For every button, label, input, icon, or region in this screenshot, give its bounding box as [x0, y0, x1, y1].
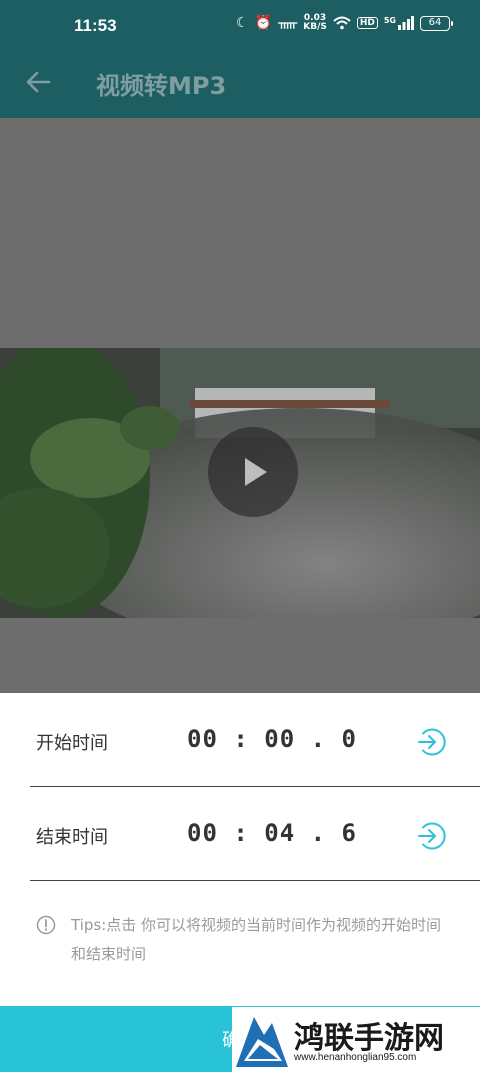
battery-indicator: 64: [420, 15, 453, 31]
end-time-label: 结束时间: [36, 827, 108, 848]
alarm-icon: ⏰: [254, 15, 273, 31]
network-type: 5G: [383, 15, 396, 25]
end-time-row: 结束时间 00 : 04 . 6: [30, 787, 480, 881]
bluetooth-icon: ᚅ: [278, 15, 298, 31]
play-icon: [245, 458, 267, 486]
back-button[interactable]: [20, 64, 56, 100]
video-player[interactable]: [0, 118, 480, 693]
arrow-left-icon: [26, 71, 51, 93]
status-time: 11:53: [74, 16, 117, 35]
start-time-row: 开始时间 00 : 00 . 0: [30, 693, 480, 787]
end-time-value[interactable]: 00 : 04 . 6: [187, 819, 357, 847]
watermark-text: 鸿联手游网: [294, 1021, 444, 1056]
network-speed-unit: KB/S: [303, 22, 327, 32]
start-time-value[interactable]: 00 : 00 . 0: [187, 725, 357, 753]
watermark: 鸿联手游网 www.henanhonglian95.com: [232, 1007, 480, 1072]
arrow-right-circle-icon[interactable]: [415, 820, 447, 852]
arrow-right-circle-icon[interactable]: [415, 726, 447, 758]
status-icons: ☾ ⏰ ᚅ 0.03 KB/S HD 5G 64: [236, 14, 453, 32]
watermark-logo: [236, 1017, 288, 1067]
moon-icon: ☾: [236, 15, 249, 31]
wifi-icon: [333, 16, 351, 30]
page-title: 视频转MP3: [96, 72, 227, 100]
signal-icon: [398, 16, 414, 30]
start-time-label: 开始时间: [36, 733, 108, 754]
info-icon: [36, 915, 56, 935]
tips-text: Tips:点击 你可以将视频的当前时间作为视频的开始时间和结束时间: [71, 916, 442, 963]
status-bar: 11:53 ☾ ⏰ ᚅ 0.03 KB/S HD 5G 64: [0, 0, 480, 50]
app-bar: 视频转MP3: [0, 50, 480, 118]
play-button[interactable]: [208, 427, 298, 517]
network-speed: 0.03 KB/S: [303, 14, 327, 32]
hd-badge: HD: [356, 17, 378, 29]
watermark-url: www.henanhonglian95.com: [294, 1052, 417, 1063]
